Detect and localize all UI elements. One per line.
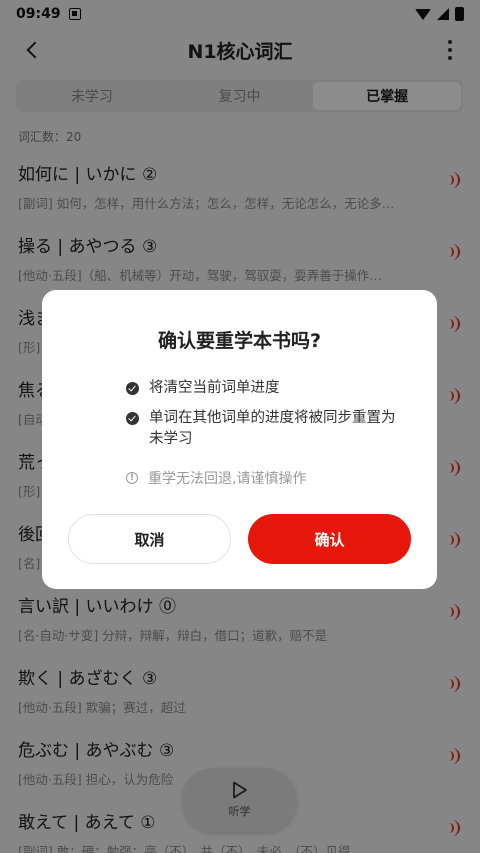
- cancel-button[interactable]: 取消: [68, 514, 231, 564]
- check-circle-icon: [126, 382, 139, 395]
- confirm-button[interactable]: 确认: [248, 514, 411, 564]
- dialog-bullet: 将清空当前词单进度: [126, 378, 399, 399]
- dialog-warning: ! 重学无法回退,请谨慎操作: [126, 468, 306, 488]
- bullet-text: 将清空当前词单进度: [149, 380, 280, 396]
- dialog-bullet: 单词在其他词单的进度将被同步重置为未学习: [126, 408, 399, 450]
- relearn-confirm-dialog: 确认要重学本书吗? 将清空当前词单进度 单词在其他词单的进度将被同步重置为未学习…: [42, 290, 437, 589]
- bullet-text: 单词在其他词单的进度将被同步重置为未学习: [149, 410, 396, 447]
- dialog-title: 确认要重学本书吗?: [157, 330, 322, 352]
- check-circle-icon: [126, 412, 139, 425]
- info-icon: !: [126, 472, 138, 484]
- warning-text: 重学无法回退,请谨慎操作: [148, 471, 307, 487]
